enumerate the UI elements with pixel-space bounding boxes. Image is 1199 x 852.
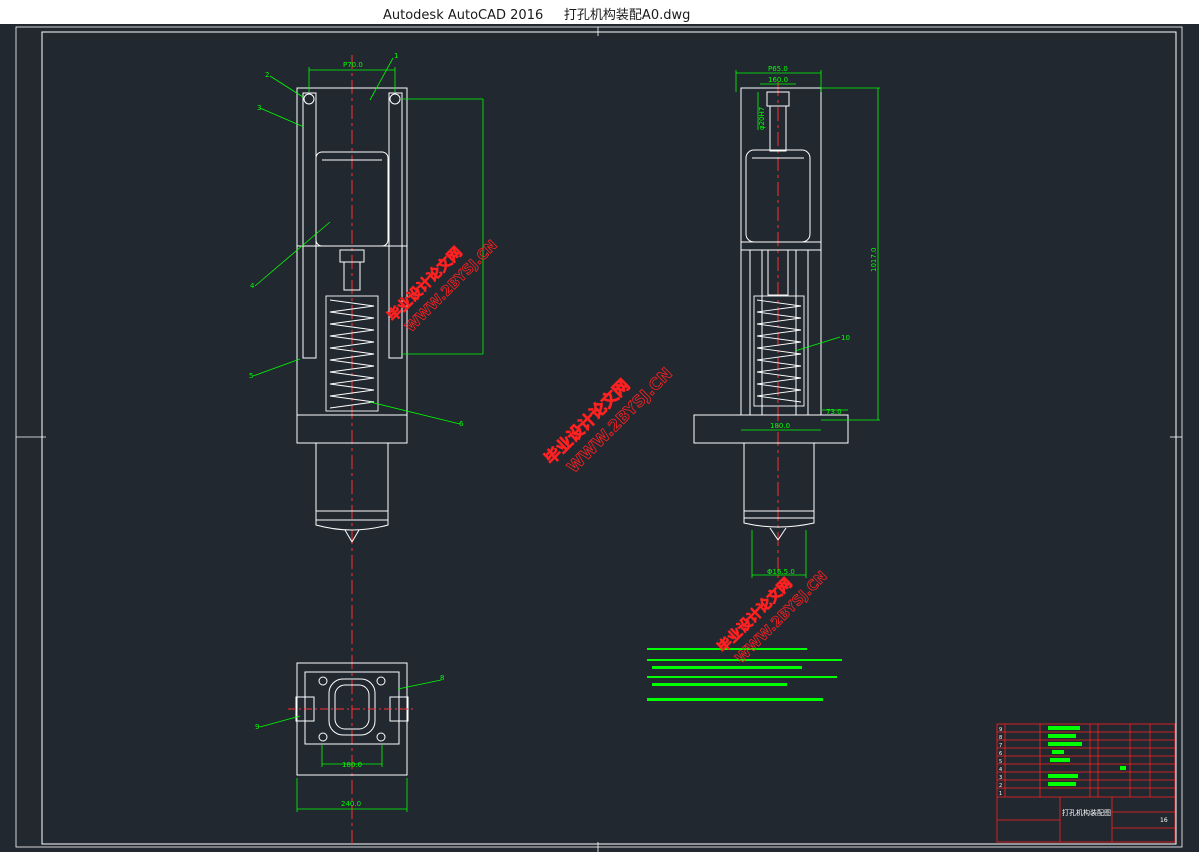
title-block-parts-text: 9 8 7 6 5 4 3 2 1 xyxy=(999,727,1002,797)
dim-73: 73.0 xyxy=(826,408,842,416)
part-row-6: 6 xyxy=(999,751,1002,757)
leader-4: 4 xyxy=(250,282,255,290)
dim-240: 240.0 xyxy=(341,800,361,808)
dim-180-side: 180.0 xyxy=(770,422,790,430)
leader-10: 10 xyxy=(841,334,850,342)
leader-1: 1 xyxy=(394,52,398,60)
part-row-3: 3 xyxy=(999,775,1002,781)
title-block[interactable] xyxy=(996,723,1176,843)
watermark-2: 毕业设计论文网 WWW.2BYSJ.CN xyxy=(540,363,676,477)
leader-8: 8 xyxy=(440,674,444,682)
part-row-4: 4 xyxy=(999,767,1002,773)
leader-5: 5 xyxy=(249,372,253,380)
part-row-9: 9 xyxy=(999,727,1002,733)
part-row-8: 8 xyxy=(999,735,1002,741)
dim-p70: P70.0 xyxy=(343,61,363,69)
part-row-2: 2 xyxy=(999,783,1002,789)
part-row-1: 1 xyxy=(999,791,1002,797)
leader-3: 3 xyxy=(257,104,261,112)
part-row-5: 5 xyxy=(999,759,1002,765)
window-title: Autodesk AutoCAD 2016 打孔机构装配A0.dwg xyxy=(383,4,690,23)
app-name: Autodesk AutoCAD 2016 xyxy=(383,8,544,23)
drawing-canvas[interactable]: P70.0 240.0 180.0 1 2 3 4 5 6 8 9 P65.0 … xyxy=(0,24,1199,852)
dim-180-plan: 180.0 xyxy=(342,761,362,769)
dim-1017: 1017.0 xyxy=(870,248,878,273)
leader-2: 2 xyxy=(265,71,269,79)
front-dimensions xyxy=(252,57,484,812)
dim-shaft: Φ16.5.0 xyxy=(767,568,795,576)
side-view[interactable] xyxy=(693,82,849,580)
leader-6: 6 xyxy=(459,420,464,428)
leader-9: 9 xyxy=(255,723,259,731)
cad-drawing[interactable]: P70.0 240.0 180.0 1 2 3 4 5 6 8 9 P65.0 … xyxy=(0,24,1199,852)
title-bar: Autodesk AutoCAD 2016 打孔机构装配A0.dwg xyxy=(0,0,1199,25)
dim-bore: φ20H7 xyxy=(758,107,766,130)
drawing-name: 打孔机构装配图 xyxy=(1062,808,1111,817)
sheet-number: 16 xyxy=(1160,817,1168,824)
dim-p65: P65.0 xyxy=(768,65,788,73)
file-name: 打孔机构装配A0.dwg xyxy=(563,8,691,23)
dim-160: 160.0 xyxy=(768,76,788,84)
part-row-7: 7 xyxy=(999,743,1002,749)
front-view[interactable] xyxy=(288,55,416,845)
